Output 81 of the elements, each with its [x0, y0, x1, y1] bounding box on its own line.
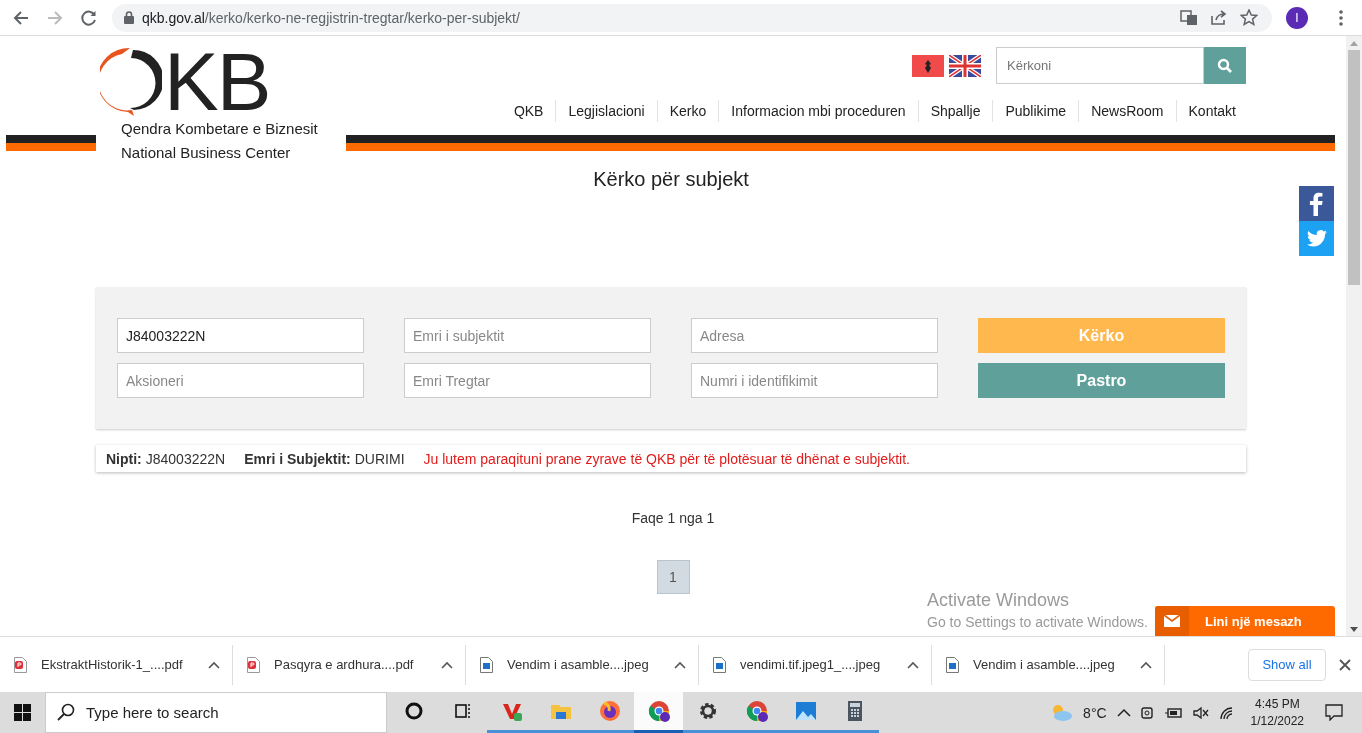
envelope-icon: [1164, 615, 1180, 627]
url-text: qkb.gov.al/kerko/kerko-ne-regjistrin-tregtar/kerko-per-subjekt/: [142, 9, 521, 26]
uk-flag-icon[interactable]: [949, 54, 981, 77]
close-icon: [1339, 658, 1351, 671]
image-file-icon: [713, 656, 726, 673]
menu-dots-icon: [1339, 9, 1343, 26]
show-all-button[interactable]: Show all: [1248, 648, 1326, 681]
chrome-browser-icon: [646, 699, 671, 723]
taskbar-app-button[interactable]: [634, 692, 683, 733]
twitter-icon[interactable]: [1299, 221, 1334, 256]
translate-icon: [1180, 9, 1198, 26]
share-icon: [1210, 9, 1228, 26]
field-label: Nipti:: [106, 450, 142, 467]
search-button[interactable]: [1204, 47, 1246, 84]
browser-globe-icon: [597, 699, 622, 723]
download-item[interactable]: EkstraktHistorik-1_....pdf: [0, 644, 233, 685]
start-icon: [14, 704, 31, 721]
nav-link[interactable]: Kontakt: [1175, 100, 1248, 122]
search-field[interactable]: Aksioneri: [117, 363, 364, 398]
caret-icon[interactable]: [1140, 660, 1152, 669]
nav-link[interactable]: Kerko: [656, 100, 719, 122]
logo-text: KB: [164, 44, 270, 120]
nav-link[interactable]: QKB: [501, 100, 556, 122]
caret-icon[interactable]: [208, 660, 220, 669]
tagline-text: Qendra Kombetare e Biznesit: [121, 119, 319, 139]
temperature-text: 8°C: [1083, 704, 1107, 721]
clock-date[interactable]: 1/12/2022: [1250, 712, 1304, 730]
caret-icon[interactable]: [441, 660, 453, 669]
search-field[interactable]: Adresa: [691, 318, 938, 353]
profile-avatar[interactable]: I: [1286, 6, 1308, 29]
chevron-up-icon[interactable]: [1116, 707, 1131, 718]
reload-icon: [80, 8, 98, 27]
taskbar-search-field[interactable]: Type here to search: [45, 692, 387, 733]
lock-icon: [124, 11, 134, 24]
address-bar[interactable]: qkb.gov.al/kerko/kerko-ne-regjistrin-tregtar/kerko-per-subjekt/: [112, 3, 1272, 32]
warning-message: Ju lutem paraqituni prane zyrave të QKB për të plotësuar të dhënat e subjektit.: [423, 450, 910, 467]
pdf-file-icon: [14, 656, 27, 673]
star-icon: [1240, 9, 1258, 26]
page-button[interactable]: 1: [656, 560, 690, 594]
nav-link[interactable]: Legjislacioni: [555, 100, 657, 122]
clock-time[interactable]: 4:45 PM: [1254, 695, 1300, 713]
activation-notice-text: Go to Settings to activate Windows.: [927, 614, 1148, 630]
search-field[interactable]: Emri Tregtar: [404, 363, 651, 398]
download-item[interactable]: vendimi.tif.jpeg1_....jpeg: [699, 644, 932, 685]
notification-icon[interactable]: [1325, 704, 1343, 721]
download-item[interactable]: Vendim i asamble....jpeg: [466, 644, 699, 685]
search-icon: [1217, 57, 1233, 74]
chrome-browser-icon: [744, 699, 769, 723]
caret-icon[interactable]: [907, 660, 919, 669]
albania-flag-icon[interactable]: [912, 54, 944, 77]
photos-icon: [793, 699, 818, 723]
activation-notice-title: Activate Windows: [927, 590, 1070, 611]
download-item[interactable]: Pasqyra e ardhura....pdf: [233, 644, 466, 685]
scroll-down-icon[interactable]: [1350, 626, 1358, 632]
page-title: Kërko për subjekt: [592, 168, 750, 191]
tagline-text: National Business Center: [121, 143, 292, 163]
image-file-icon: [480, 656, 493, 673]
site-search-field[interactable]: Kërkoni: [996, 47, 1204, 84]
pdf-file-icon: [247, 656, 260, 673]
forward-arrow-icon: [46, 8, 64, 27]
search-field[interactable]: Emri i subjektit: [404, 318, 651, 353]
nav-link[interactable]: Shpallje: [917, 100, 993, 122]
field-label: Emri i Subjektit:: [244, 450, 351, 467]
scrollbar[interactable]: [1346, 36, 1362, 636]
field-value: DURIMI: [354, 450, 405, 467]
field-value: J84003222N: [145, 450, 226, 467]
download-item[interactable]: Vendim i asamble....jpeg: [932, 644, 1165, 685]
battery-plug-icon[interactable]: [1164, 705, 1183, 720]
nav-link[interactable]: Publikime: [992, 100, 1079, 122]
nav-link[interactable]: NewsRoom: [1078, 100, 1176, 122]
camera-icon[interactable]: [1140, 704, 1155, 721]
back-arrow-icon: [12, 8, 30, 27]
speaker-muted-icon[interactable]: [1192, 705, 1209, 720]
image-file-icon: [946, 656, 959, 673]
facebook-icon[interactable]: [1299, 186, 1334, 221]
search-field[interactable]: Numri i identifikimit: [691, 363, 938, 398]
search-field[interactable]: J84003222N: [117, 318, 364, 353]
caret-icon[interactable]: [674, 660, 686, 669]
nav-link[interactable]: Informacion mbi proceduren: [718, 100, 918, 122]
page-summary: Faqe 1 nga 1: [631, 510, 715, 526]
wifi-icon[interactable]: [1218, 705, 1235, 720]
